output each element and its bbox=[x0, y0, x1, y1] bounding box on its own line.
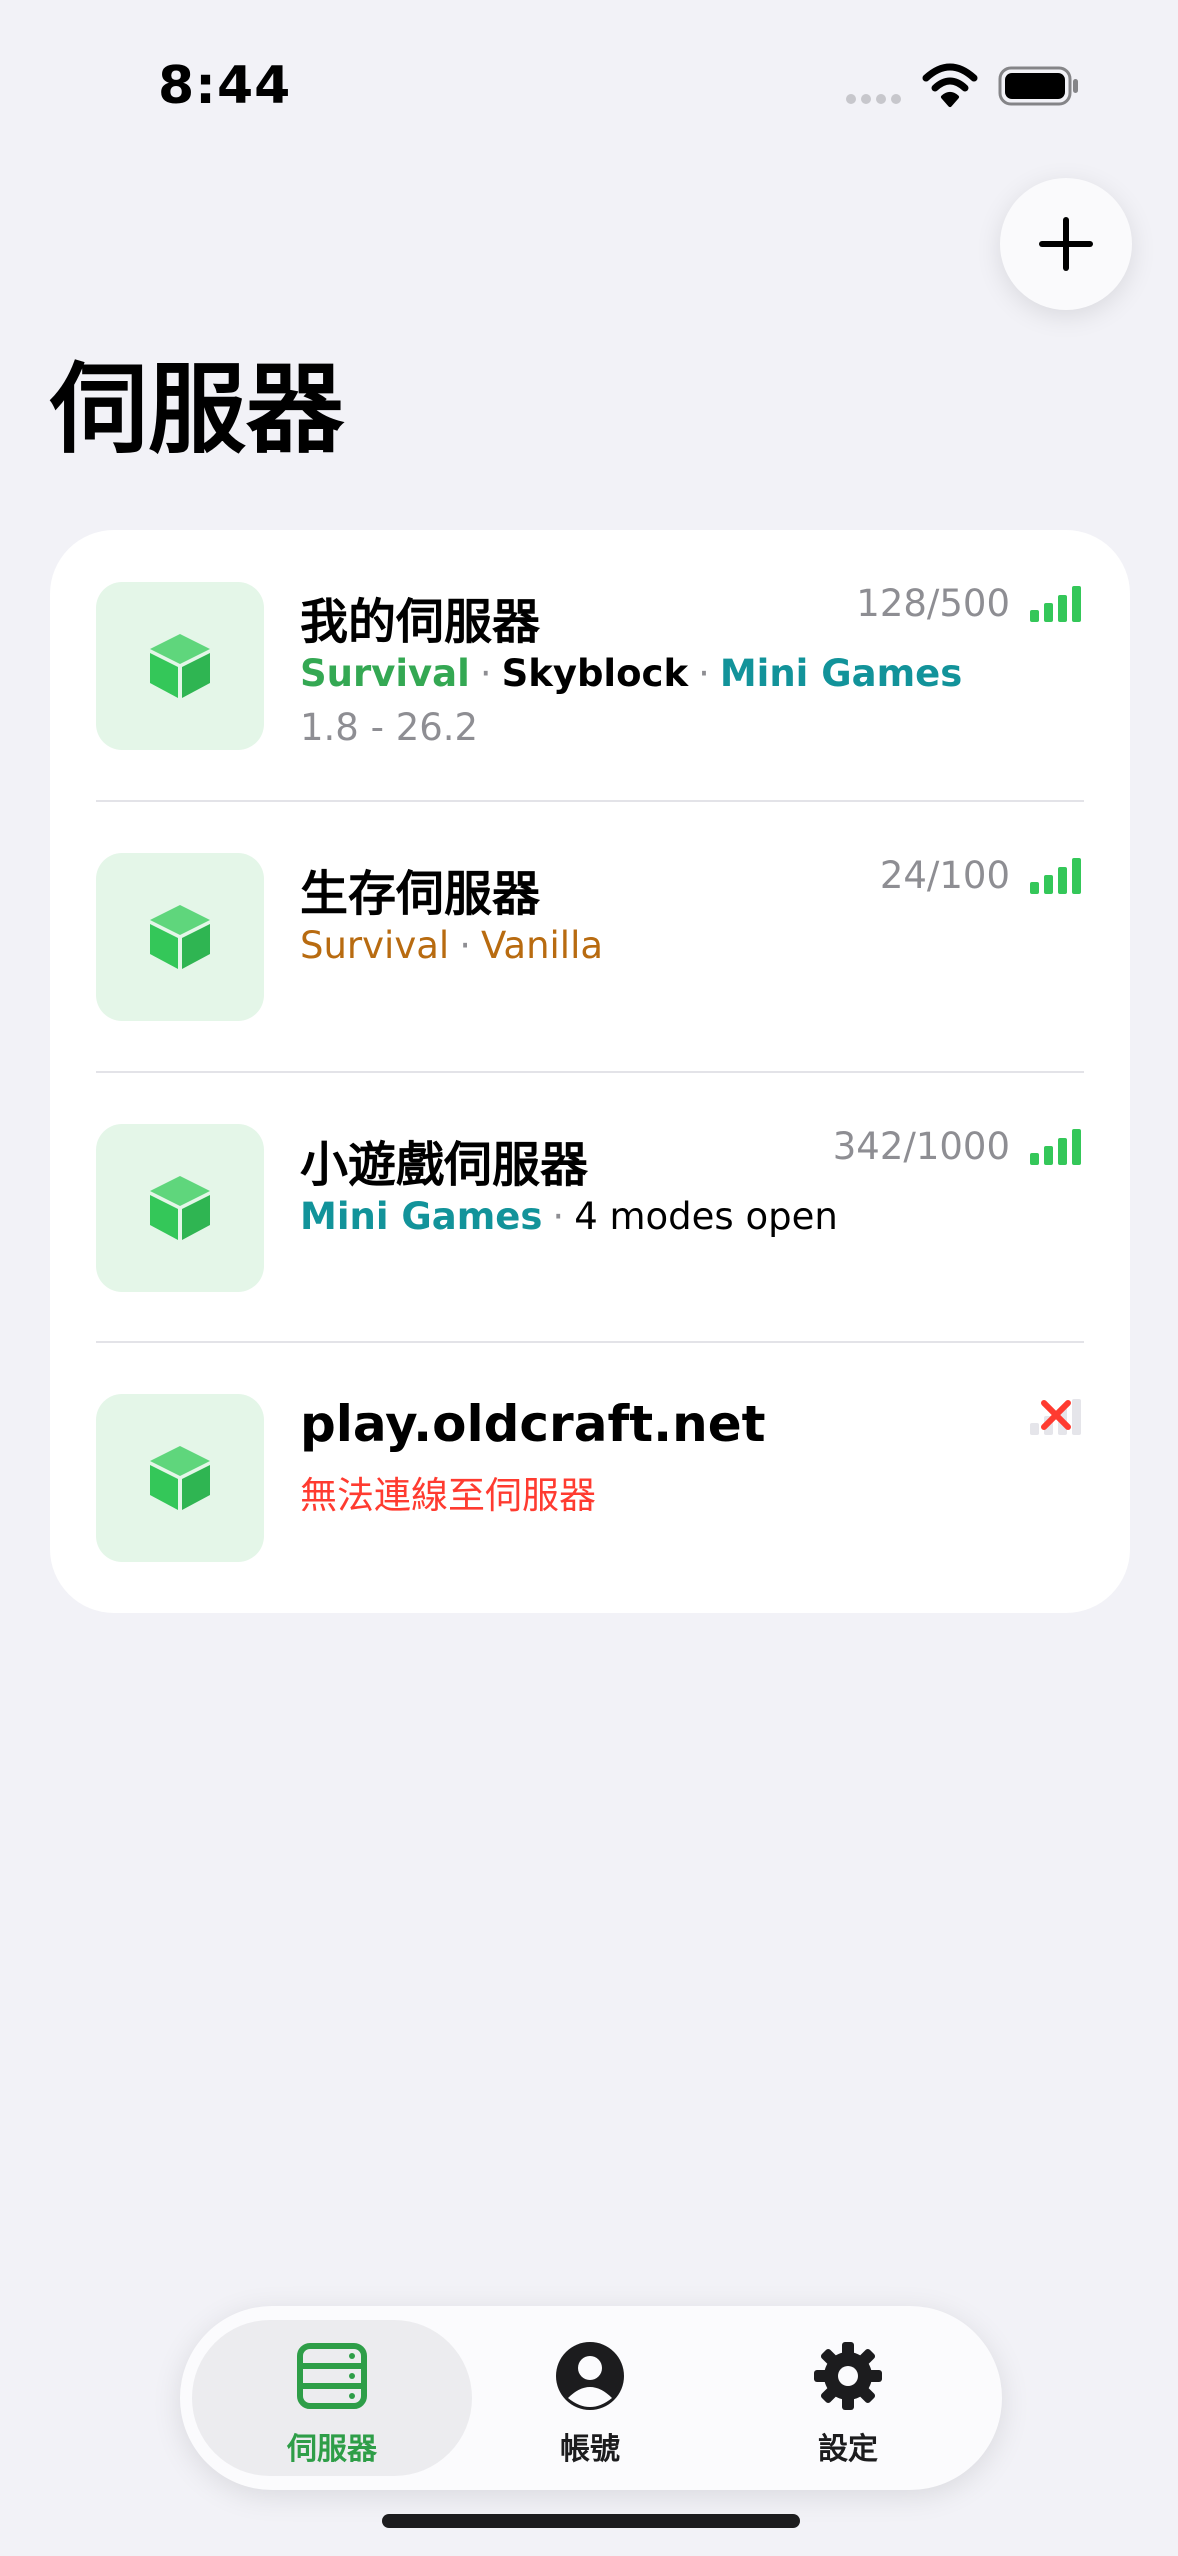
server-name: play.oldcraft.net bbox=[300, 1395, 766, 1453]
server-tags: Mini Games · 4 modes open bbox=[300, 1195, 838, 1238]
server-tags: Survival · Skyblock · Mini Games bbox=[300, 652, 963, 695]
server-version: 1.8 - 26.2 bbox=[300, 706, 479, 749]
cube-icon bbox=[150, 905, 210, 969]
cellular-signal-icon bbox=[846, 94, 901, 104]
tag-skyblock: Skyblock bbox=[501, 652, 689, 695]
server-row[interactable]: 生存伺服器 24/100 Survival · Vanilla bbox=[50, 802, 1130, 1072]
server-name: 生存伺服器 bbox=[300, 866, 541, 922]
server-row[interactable]: 小遊戲伺服器 342/1000 Mini Games · 4 modes open bbox=[50, 1073, 1130, 1343]
tab-label: 伺服器 bbox=[287, 2432, 377, 2467]
signal-bars-icon bbox=[1030, 858, 1081, 894]
tag-modes-open: 4 modes open bbox=[574, 1195, 838, 1238]
server-error: 無法連線至伺服器 bbox=[300, 1474, 596, 1517]
server-list: 我的伺服器 128/500 Survival · Skyblock · Mini Gam… bbox=[50, 530, 1130, 1613]
offline-status-icon bbox=[1030, 1399, 1081, 1435]
cube-icon bbox=[150, 1176, 210, 1240]
tag-survival: Survival bbox=[300, 924, 450, 967]
tag-vanilla: Vanilla bbox=[480, 924, 604, 967]
plus-icon bbox=[1039, 217, 1093, 271]
server-thumbnail bbox=[96, 1124, 264, 1292]
server-thumbnail bbox=[96, 853, 264, 1021]
cube-icon bbox=[150, 634, 210, 698]
tab-bar: 伺服器 帳號 設定 bbox=[180, 2306, 1002, 2490]
gear-icon bbox=[814, 2342, 882, 2410]
cube-icon bbox=[150, 1446, 210, 1510]
server-thumbnail bbox=[96, 582, 264, 750]
signal-bars-icon bbox=[1030, 1129, 1081, 1165]
tag-mini-games: Mini Games bbox=[719, 652, 963, 695]
wifi-icon bbox=[922, 63, 978, 107]
server-icon bbox=[297, 2343, 367, 2409]
tab-label: 設定 bbox=[818, 2432, 878, 2467]
tab-label: 帳號 bbox=[560, 2432, 620, 2467]
home-indicator[interactable] bbox=[382, 2514, 800, 2528]
tab-settings[interactable]: 設定 bbox=[708, 2320, 988, 2476]
server-thumbnail bbox=[96, 1394, 264, 1562]
server-row[interactable]: play.oldcraft.net 無法連線至伺服器 bbox=[50, 1343, 1130, 1613]
tag-mini-games: Mini Games bbox=[300, 1195, 543, 1238]
battery-icon bbox=[998, 66, 1078, 106]
player-count: 128/500 bbox=[856, 582, 1010, 625]
page-title: 伺服器 bbox=[50, 353, 345, 467]
server-name: 我的伺服器 bbox=[300, 594, 541, 650]
status-bar: 8:44 bbox=[0, 0, 1178, 175]
player-count: 24/100 bbox=[879, 854, 1010, 897]
server-row[interactable]: 我的伺服器 128/500 Survival · Skyblock · Mini Gam… bbox=[50, 530, 1130, 800]
status-time: 8:44 bbox=[158, 56, 292, 116]
signal-bars-icon bbox=[1030, 586, 1081, 622]
tab-account[interactable]: 帳號 bbox=[450, 2320, 730, 2476]
server-tags: Survival · Vanilla bbox=[300, 924, 604, 967]
player-count: 342/1000 bbox=[832, 1125, 1010, 1168]
tab-servers[interactable]: 伺服器 bbox=[192, 2320, 472, 2476]
tag-survival: Survival bbox=[300, 652, 470, 695]
account-icon bbox=[556, 2342, 624, 2410]
server-name: 小遊戲伺服器 bbox=[300, 1137, 589, 1193]
add-server-button[interactable] bbox=[1000, 178, 1132, 310]
